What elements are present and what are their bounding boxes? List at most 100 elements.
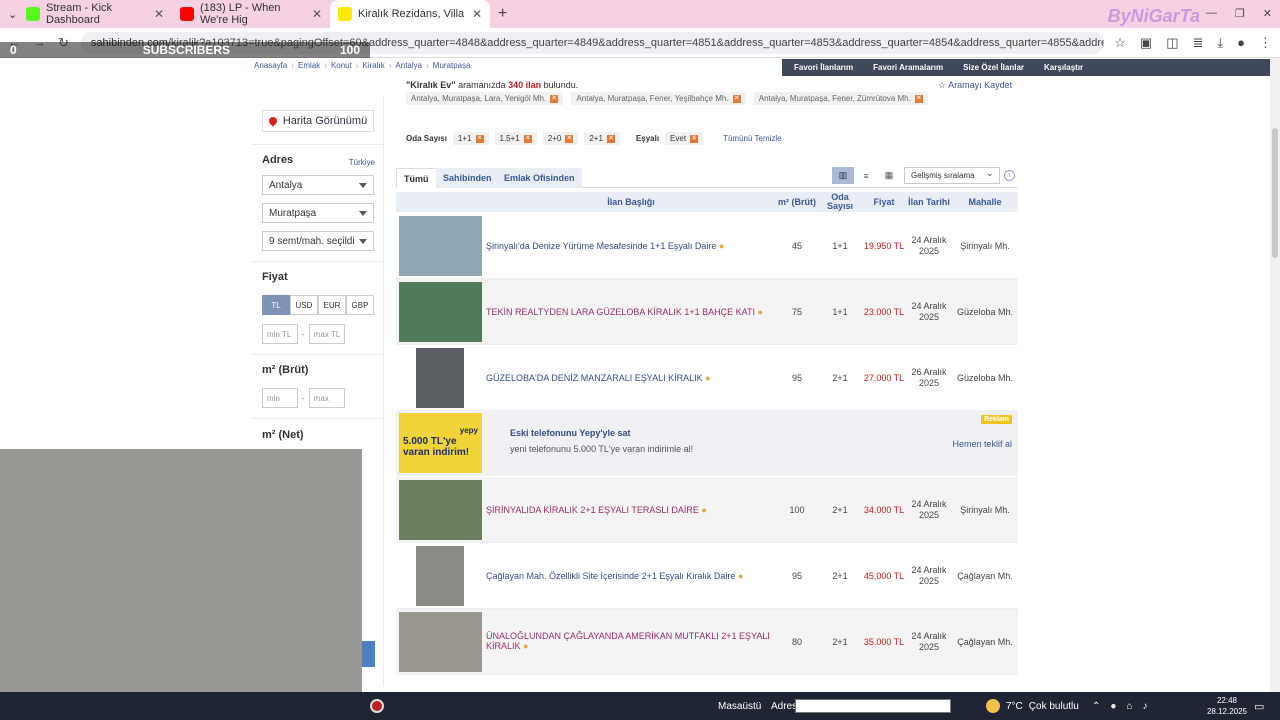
- max-price-input[interactable]: max TL: [308, 324, 345, 344]
- district-select[interactable]: Muratpaşa: [262, 203, 374, 223]
- remove-filter-icon[interactable]: ✕: [523, 134, 532, 143]
- search-submit-button[interactable]: [362, 641, 375, 667]
- remove-filter-icon[interactable]: ✕: [475, 134, 484, 143]
- maximize-icon[interactable]: ❐: [1235, 7, 1245, 20]
- table-row[interactable]: TEKİN REALTYDEN LARA GÜZELOBA KİRALIK 1+…: [396, 279, 1018, 345]
- save-search-link[interactable]: ☆ Aramayı Kaydet: [938, 80, 1012, 91]
- city-select[interactable]: Antalya: [262, 175, 374, 195]
- table-row[interactable]: ÜNALOĞLUNDAN ÇAĞLAYANDA AMERİKAN MUTFAKL…: [396, 609, 1018, 675]
- currency-gbp[interactable]: GBP: [346, 295, 374, 315]
- table-row[interactable]: Şirinyalı'da Denize Yürüme Mesafesinde 1…: [396, 213, 1018, 279]
- close-icon[interactable]: ✕: [146, 7, 164, 21]
- listing-thumbnail[interactable]: [399, 480, 482, 540]
- crumb-antalya[interactable]: Antalya: [395, 61, 422, 70]
- currency-eur[interactable]: EUR: [318, 295, 346, 315]
- table-view-icon[interactable]: ▥: [832, 167, 854, 184]
- ad-row[interactable]: yepy 5.000 TL'ye varan indirim! Reklam E…: [396, 410, 1018, 476]
- nav-favorite-searches[interactable]: Favori Aramalarım: [873, 63, 943, 72]
- clock[interactable]: 22:48 28.12.2025: [1203, 695, 1251, 717]
- extension-icon[interactable]: ▣: [1140, 35, 1152, 51]
- crumb-muratpasa[interactable]: Muratpaşa: [433, 61, 471, 70]
- crumb-kiralik[interactable]: Kiralık: [363, 61, 385, 70]
- tab-by-agency[interactable]: Emlak Ofisinden: [497, 168, 582, 188]
- listing-title[interactable]: GÜZELOBA'DA DENİZ MANZARALI EŞYALI KİRAL…: [486, 373, 776, 383]
- grid-view-icon[interactable]: ▦: [878, 167, 900, 184]
- listing-thumbnail[interactable]: [399, 216, 482, 276]
- list-view-icon[interactable]: ≡: [855, 167, 877, 184]
- minimize-icon[interactable]: —: [1206, 7, 1217, 20]
- crumb-konut[interactable]: Konut: [331, 61, 352, 70]
- remove-filter-icon[interactable]: ✕: [732, 94, 741, 103]
- listing-title[interactable]: Çağlayan Mah. Özellikli Site İçerisinde …: [486, 571, 776, 581]
- remove-filter-icon[interactable]: ✕: [565, 134, 574, 143]
- col-m2[interactable]: m² (Brüt): [778, 192, 816, 212]
- country-link[interactable]: Türkiye: [349, 158, 375, 167]
- max-m2-input[interactable]: max: [308, 388, 345, 408]
- listing-thumbnail[interactable]: [399, 282, 482, 342]
- min-m2-input[interactable]: min: [262, 388, 298, 408]
- desktop-toolbar-label[interactable]: Masaüstü: [718, 701, 761, 712]
- ad-image-text: 5.000 TL'ye varan indirim!: [403, 436, 470, 458]
- ad-title[interactable]: Eski telefonunu Yepy'yle sat: [510, 428, 631, 438]
- sort-select[interactable]: Gelişmiş sıralama: [904, 167, 1000, 184]
- download-icon[interactable]: ⤓: [1217, 35, 1223, 51]
- new-tab-button[interactable]: +: [498, 5, 507, 23]
- ad-image[interactable]: yepy 5.000 TL'ye varan indirim!: [399, 413, 482, 473]
- remove-filter-icon[interactable]: ✕: [606, 134, 615, 143]
- tab-sahibinden[interactable]: Kiralık Rezidans, Villa, Müstakil ✕: [330, 0, 490, 28]
- close-window-icon[interactable]: ✕: [1263, 7, 1272, 20]
- crumb-home[interactable]: Anasayfa: [254, 61, 287, 70]
- nav-favorite-listings[interactable]: Favori İlanlarım: [794, 63, 853, 72]
- taskbar-address-input[interactable]: [795, 699, 951, 713]
- page-scrollbar[interactable]: [1270, 58, 1280, 692]
- listing-title[interactable]: ÜNALOĞLUNDAN ÇAĞLAYANDA AMERİKAN MUTFAKL…: [486, 631, 776, 651]
- remove-filter-icon[interactable]: ✕: [690, 134, 699, 143]
- chevron-up-icon[interactable]: ⌃: [1092, 701, 1100, 712]
- bookmark-star-icon[interactable]: ☆: [1114, 35, 1126, 51]
- table-row[interactable]: GÜZELOBA'DA DENİZ MANZARALI EŞYALI KİRAL…: [396, 345, 1018, 411]
- tab-search-button[interactable]: ⌄: [0, 0, 18, 28]
- close-icon[interactable]: ✕: [464, 7, 482, 21]
- min-price-input[interactable]: min TL: [262, 324, 298, 344]
- nav-special-listings[interactable]: Size Özel İlanlar: [963, 63, 1024, 72]
- weather-widget[interactable]: 7°C Çok bulutlu: [986, 699, 1079, 713]
- col-date[interactable]: İlan Tarihi: [906, 192, 952, 212]
- listing-title[interactable]: Şirinyalı'da Denize Yürüme Mesafesinde 1…: [486, 241, 776, 251]
- tab-youtube[interactable]: (183) LP - When We're Hig ✕: [172, 0, 330, 28]
- tab-by-owner[interactable]: Sahibinden: [436, 168, 499, 188]
- network-icon[interactable]: ⌂: [1126, 701, 1132, 712]
- listing-title[interactable]: TEKİN REALTYDEN LARA GÜZELOBA KİRALIK 1+…: [486, 307, 776, 317]
- table-row[interactable]: Çağlayan Mah. Özellikli Site İçerisinde …: [396, 543, 1018, 609]
- col-rooms[interactable]: Oda Sayısı: [820, 192, 860, 212]
- menu-icon[interactable]: ⋮: [1259, 35, 1272, 51]
- obs-app-icon[interactable]: [364, 692, 390, 720]
- clear-all-link[interactable]: Tümünü Temizle: [723, 134, 782, 143]
- notification-icon[interactable]: ▭: [1254, 700, 1264, 713]
- quarter-select[interactable]: 9 semt/mah. seçildi: [262, 231, 374, 251]
- col-quarter[interactable]: Mahalle: [954, 192, 1016, 212]
- nav-compare[interactable]: Karşılaştır: [1044, 63, 1083, 72]
- close-icon[interactable]: ✕: [304, 7, 322, 21]
- tab-kick[interactable]: Stream - Kick Dashboard ✕: [18, 0, 172, 28]
- table-row[interactable]: ŞİRİNYALIDA KİRALIK 2+1 EŞYALI TERASLI D…: [396, 477, 1018, 543]
- listing-thumbnail[interactable]: [399, 612, 482, 672]
- tray-app-icon[interactable]: ●: [1110, 701, 1116, 712]
- remove-filter-icon[interactable]: ✕: [914, 94, 923, 103]
- listing-title[interactable]: ŞİRİNYALIDA KİRALIK 2+1 EŞYALI TERASLI D…: [486, 505, 776, 515]
- listing-thumbnail[interactable]: [416, 348, 464, 408]
- listing-thumbnail[interactable]: [416, 546, 464, 606]
- currency-usd[interactable]: USD: [290, 295, 318, 315]
- ad-cta-link[interactable]: Hemen teklif al: [952, 439, 1012, 449]
- volume-icon[interactable]: ♪: [1142, 701, 1147, 712]
- tab-all[interactable]: Tümü: [396, 168, 437, 188]
- profile-avatar-icon[interactable]: ●: [1237, 35, 1245, 51]
- info-icon[interactable]: i: [1004, 170, 1015, 181]
- puzzle-icon[interactable]: ◫: [1166, 35, 1178, 51]
- col-price[interactable]: Fiyat: [862, 192, 906, 212]
- map-view-button[interactable]: Harita Görünümü: [262, 110, 374, 132]
- remove-filter-icon[interactable]: ✕: [550, 94, 559, 103]
- col-title[interactable]: İlan Başlığı: [486, 192, 776, 212]
- currency-tl[interactable]: TL: [262, 295, 290, 315]
- media-icon[interactable]: ≣: [1192, 35, 1203, 51]
- crumb-emlak[interactable]: Emlak: [298, 61, 320, 70]
